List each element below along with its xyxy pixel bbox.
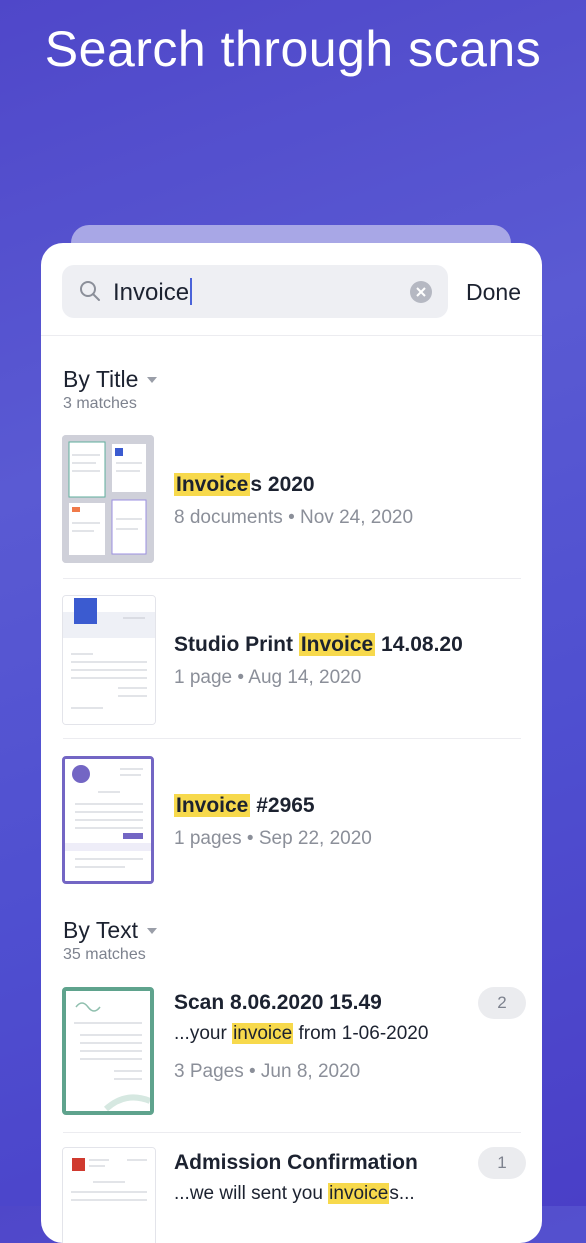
triangle-down-icon <box>146 363 158 390</box>
result-meta: 1 page • Aug 14, 2020 <box>174 667 362 688</box>
result-meta: 3 Pages • Jun 8, 2020 <box>174 1061 361 1082</box>
result-title: Invoice #2965 <box>174 794 315 817</box>
done-button[interactable]: Done <box>466 279 521 306</box>
result-title: Studio Print Invoice 14.08.20 <box>174 633 463 656</box>
result-title: Admission Confirmation <box>174 1151 418 1174</box>
result-row[interactable]: Admission Confirmation ...we will sent y… <box>41 1133 542 1243</box>
result-snippet: ...your invoice from 1-06-2020 <box>174 1023 429 1044</box>
divider <box>63 738 521 739</box>
match-count-badge: 1 <box>478 1147 526 1179</box>
document-thumbnail <box>62 435 154 563</box>
document-thumbnail <box>62 1147 156 1243</box>
headline: Search through scans <box>44 21 542 77</box>
search-bar: Invoice Done <box>41 243 542 336</box>
search-query[interactable]: Invoice <box>113 278 193 307</box>
result-title: Invoices 2020 <box>174 473 315 496</box>
result-snippet: ...we will sent you invoices... <box>174 1183 415 1204</box>
search-input[interactable]: Invoice <box>62 265 448 318</box>
triangle-down-icon <box>146 914 158 941</box>
document-thumbnail <box>62 595 156 725</box>
document-thumbnail <box>62 987 154 1115</box>
text-caret <box>190 278 193 305</box>
result-row[interactable]: Invoice #2965 1 pages • Sep 22, 2020 <box>41 740 542 900</box>
match-count-badge: 2 <box>478 987 526 1019</box>
section-by-text-count: 35 matches <box>63 946 146 963</box>
search-icon <box>78 279 102 303</box>
section-by-title-header[interactable]: By Title <box>63 363 158 393</box>
document-thumbnail <box>62 756 154 884</box>
section-by-title-count: 3 matches <box>63 395 137 412</box>
result-title: Scan 8.06.2020 15.49 <box>174 991 382 1014</box>
result-row[interactable]: Scan 8.06.2020 15.49 ...your invoice fro… <box>41 971 542 1133</box>
result-row[interactable]: Studio Print Invoice 14.08.20 1 page • A… <box>41 579 542 739</box>
result-meta: 8 documents • Nov 24, 2020 <box>174 507 414 528</box>
clear-icon[interactable] <box>410 281 432 303</box>
search-results-card: Invoice Done By Title 3 matches Invoices… <box>41 243 542 1243</box>
result-meta: 1 pages • Sep 22, 2020 <box>174 828 372 849</box>
section-by-text-header[interactable]: By Text <box>63 914 158 944</box>
result-row[interactable]: Invoices 2020 8 documents • Nov 24, 2020 <box>41 419 542 579</box>
